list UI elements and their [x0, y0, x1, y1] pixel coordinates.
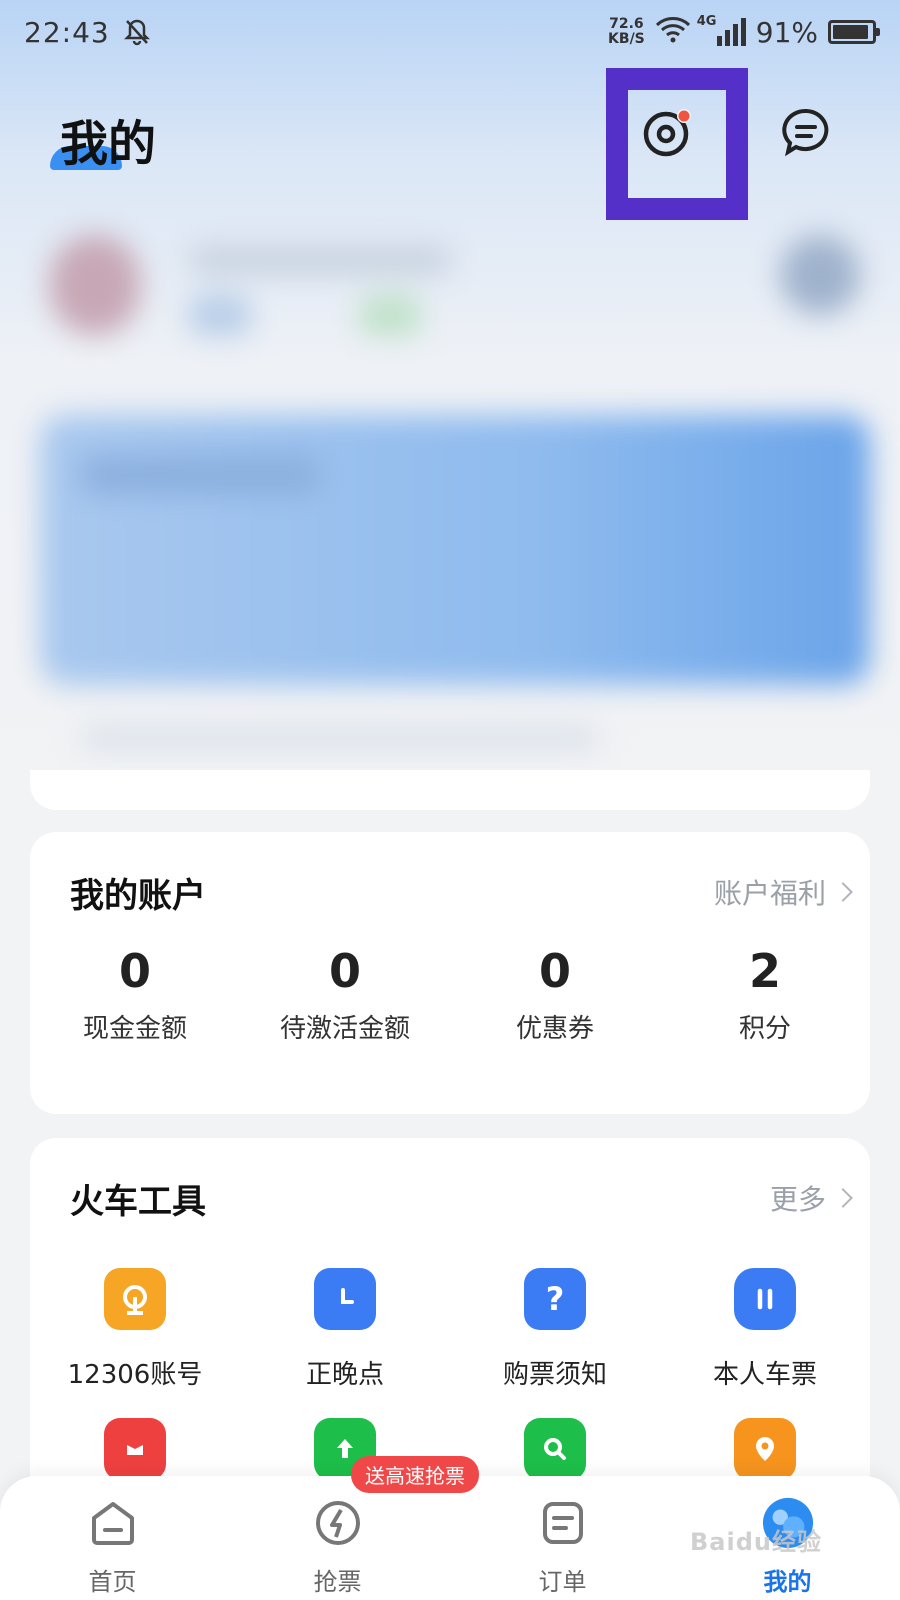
tool-12306-account[interactable]: 12306账号 — [30, 1268, 240, 1418]
message-icon — [781, 107, 831, 161]
location-icon — [734, 1418, 796, 1480]
clock-icon — [314, 1268, 376, 1330]
tool-my-tickets[interactable]: 本人车票 — [660, 1268, 870, 1418]
lightning-icon — [311, 1496, 365, 1550]
avatar — [50, 235, 140, 335]
order-icon — [536, 1496, 590, 1550]
account-stats: 0 现金金额 0 待激活金额 0 优惠券 2 积分 — [30, 944, 870, 1045]
message-button[interactable] — [776, 104, 836, 164]
account-card: 我的账户 账户福利 0 现金金额 0 待激活金额 0 优惠券 2 积分 — [30, 832, 870, 1114]
tool-purchase-notice[interactable]: ? 购票须知 — [450, 1268, 660, 1418]
account-title: 我的账户 — [70, 876, 206, 916]
stat-points[interactable]: 2 积分 — [660, 944, 870, 1045]
net-speed: 72.6 KB/S — [608, 16, 645, 47]
nav-grab-tickets[interactable]: 送高速抢票 抢票 — [225, 1456, 479, 1600]
notification-dot — [678, 110, 690, 122]
tools-more-link[interactable]: 更多 — [770, 1178, 853, 1218]
stat-coupons[interactable]: 0 优惠券 — [450, 944, 660, 1045]
tool-delay-status[interactable]: 正晚点 — [240, 1268, 450, 1418]
account-benefits-link[interactable]: 账户福利 — [714, 872, 853, 912]
ticket-bag-icon — [734, 1268, 796, 1330]
battery-icon — [828, 20, 880, 44]
blurred-profile-area — [0, 205, 900, 805]
nav-home[interactable]: 首页 — [0, 1476, 225, 1600]
wifi-icon — [655, 15, 691, 50]
status-bar: 22:43 72.6 KB/S 4G 91% — [0, 0, 900, 64]
home-icon — [86, 1496, 140, 1550]
mute-bell-icon — [123, 18, 150, 46]
watermark: Baidu经验 — [690, 1528, 822, 1556]
settings-icon — [640, 104, 696, 164]
page-header: 我的 — [0, 64, 900, 194]
signal-icon: 4G — [697, 14, 746, 46]
chevron-right-icon — [833, 882, 853, 902]
railway-logo-icon — [104, 1268, 166, 1330]
stat-cash[interactable]: 0 现金金额 — [30, 944, 240, 1045]
settings-button[interactable] — [628, 94, 708, 174]
nav-orders[interactable]: 订单 — [450, 1476, 675, 1600]
page-title: 我的 — [60, 116, 157, 172]
gift-ticket-icon — [104, 1418, 166, 1480]
question-icon: ? — [524, 1268, 586, 1330]
status-time: 22:43 — [24, 15, 110, 49]
chevron-right-icon — [833, 1188, 853, 1208]
search-ticket-icon — [524, 1418, 586, 1480]
tools-title: 火车工具 — [70, 1182, 206, 1222]
battery-percent: 91% — [755, 15, 818, 49]
stat-pending[interactable]: 0 待激活金额 — [240, 944, 450, 1045]
